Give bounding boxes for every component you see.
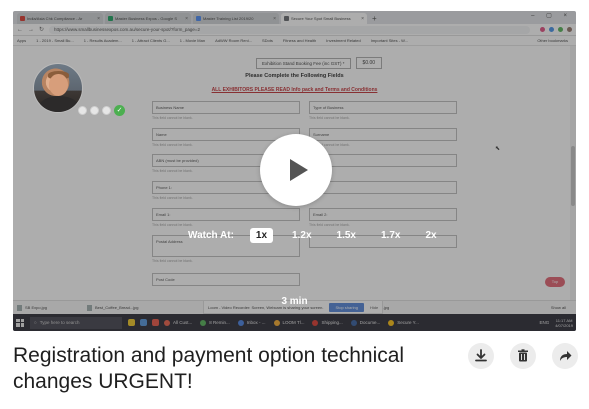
speed-option-1-2x[interactable]: 1.2x <box>286 228 317 243</box>
speed-option-2x[interactable]: 2x <box>419 228 442 243</box>
play-button[interactable] <box>260 134 332 206</box>
video-duration: 3 min <box>281 296 308 307</box>
webcam-controls: ✓ <box>78 105 125 116</box>
speed-option-1x[interactable]: 1x <box>249 228 274 243</box>
video-card: India/Asia Chk Compliance - Ar × Master B… <box>0 0 589 409</box>
play-icon <box>290 159 308 181</box>
speed-option-1-5x[interactable]: 1.5x <box>331 228 362 243</box>
webcam-control-button[interactable] <box>90 106 99 115</box>
trash-icon <box>518 349 528 362</box>
download-icon <box>475 349 487 362</box>
check-icon[interactable]: ✓ <box>114 105 125 116</box>
video-title[interactable]: Registration and payment option technica… <box>13 343 433 395</box>
share-button[interactable] <box>552 343 578 369</box>
webcam-control-button[interactable] <box>78 106 87 115</box>
presenter-webcam-bubble <box>33 63 83 113</box>
speed-option-1-7x[interactable]: 1.7x <box>375 228 406 243</box>
share-icon <box>560 351 572 361</box>
webcam-control-button[interactable] <box>102 106 111 115</box>
download-button[interactable] <box>468 343 494 369</box>
watch-at-label: Watch At: <box>188 230 234 241</box>
playback-speed-selector: Watch At: 1x 1.2x 1.5x 1.7x 2x <box>188 228 456 243</box>
delete-button[interactable] <box>510 343 536 369</box>
